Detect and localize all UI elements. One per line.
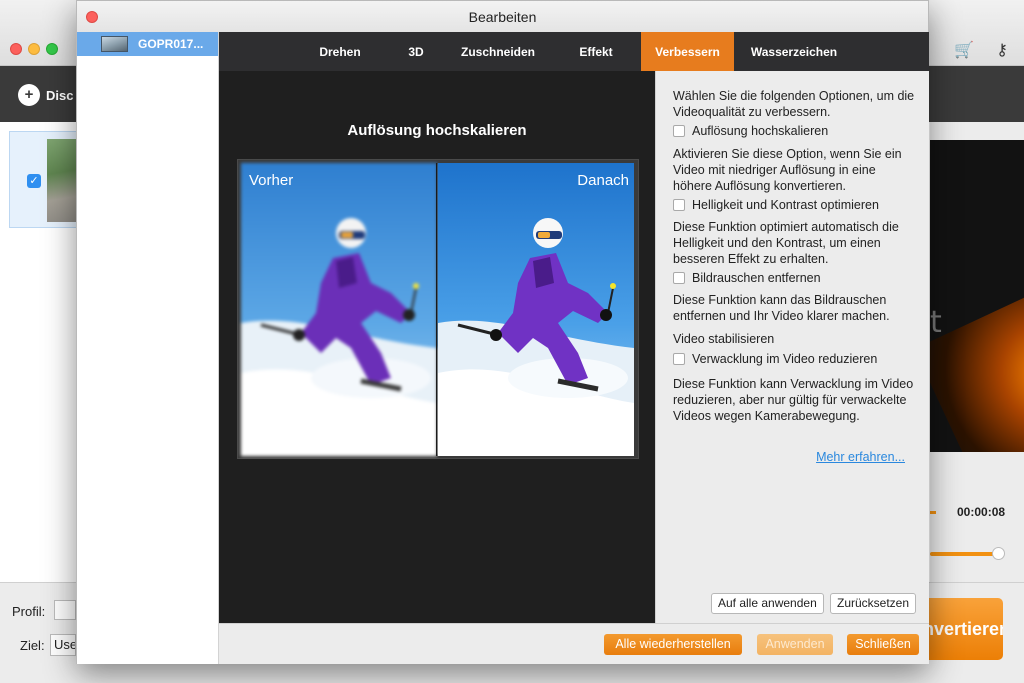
- window-minimize-button[interactable]: [28, 43, 40, 55]
- tab-3d[interactable]: 3D: [393, 32, 439, 71]
- playback-progress[interactable]: [930, 511, 936, 514]
- restore-all-button[interactable]: Alle wiederherstellen: [604, 634, 742, 655]
- dialog-file-sidebar: GOPR017...: [77, 32, 219, 664]
- stabilize-checkbox[interactable]: [673, 353, 685, 365]
- before-after-compare: Vorher Danach: [237, 159, 639, 459]
- enhance-options-pane: Wählen Sie die folgenden Optionen, um di…: [655, 71, 929, 623]
- options-intro: Wählen Sie die folgenden Optionen, um di…: [673, 89, 915, 119]
- destination-label: Ziel:: [20, 638, 45, 653]
- brightness-description: Diese Funktion optimiert automatisch die…: [673, 220, 899, 266]
- dialog-footer: Alle wiederherstellen Anwenden Schließen: [219, 623, 929, 664]
- preview-glow: [930, 289, 1024, 452]
- tab-wasserzeichen[interactable]: Wasserzeichen: [741, 32, 847, 71]
- upscale-option[interactable]: Auflösung hochskalieren: [673, 124, 828, 138]
- denoise-option[interactable]: Bildrauschen entfernen: [673, 271, 821, 285]
- main-preview-player: [930, 140, 1024, 452]
- brightness-option[interactable]: Helligkeit und Kontrast optimieren: [673, 198, 879, 212]
- profile-label: Profil:: [12, 604, 46, 619]
- titlebar-icons: 🛒 ⚷: [954, 40, 1008, 60]
- preview-overlay-text: t: [930, 305, 942, 340]
- key-icon[interactable]: ⚷: [996, 40, 1008, 60]
- dialog-titlebar: Bearbeiten: [77, 1, 928, 32]
- stabilize-heading: Video stabilisieren: [673, 332, 775, 346]
- enhance-preview-pane: Auflösung hochskalieren Vorher Danach: [219, 71, 655, 623]
- skier-after-illustration: [438, 163, 634, 456]
- load-disc-button[interactable]: + Disc l: [18, 84, 81, 106]
- stabilize-option[interactable]: Verwacklung im Video reduzieren: [673, 352, 877, 366]
- edit-dialog: Bearbeiten GOPR017... Drehen 3D Zuschnei…: [76, 0, 929, 664]
- after-image: [438, 163, 634, 456]
- apply-button[interactable]: Anwenden: [757, 634, 833, 655]
- denoise-label: Bildrauschen entfernen: [692, 271, 821, 285]
- brightness-checkbox[interactable]: [673, 199, 685, 211]
- tab-effekt[interactable]: Effekt: [559, 32, 633, 71]
- profile-select[interactable]: [54, 600, 76, 620]
- edit-tabbar: Drehen 3D Zuschneiden Effekt Verbessern …: [219, 32, 929, 71]
- before-image: [241, 163, 437, 456]
- close-button[interactable]: Schließen: [847, 634, 919, 655]
- tab-zuschneiden[interactable]: Zuschneiden: [449, 32, 547, 71]
- before-label: Vorher: [249, 172, 294, 189]
- tab-verbessern[interactable]: Verbessern: [641, 32, 734, 71]
- upscale-description: Aktivieren Sie diese Option, wenn Sie ei…: [673, 147, 902, 193]
- tab-drehen[interactable]: Drehen: [303, 32, 377, 71]
- file-item-checkbox[interactable]: ✓: [27, 174, 41, 188]
- window-zoom-button[interactable]: [46, 43, 58, 55]
- file-thumbnail: [101, 36, 128, 52]
- skier-before-illustration: [241, 163, 437, 456]
- upscale-label: Auflösung hochskalieren: [692, 124, 829, 138]
- reset-button[interactable]: Zurücksetzen: [830, 593, 917, 614]
- destination-field[interactable]: Use: [50, 634, 76, 656]
- stabilize-description: Diese Funktion kann Verwacklung im Video…: [673, 377, 914, 423]
- after-label: Danach: [577, 172, 629, 189]
- brightness-label: Helligkeit und Kontrast optimieren: [692, 198, 879, 212]
- compare-divider[interactable]: [436, 163, 437, 456]
- volume-slider-knob[interactable]: [992, 547, 1005, 560]
- playback-time: 00:00:08: [957, 505, 1006, 519]
- upscale-checkbox[interactable]: [673, 125, 685, 137]
- sidebar-file-item[interactable]: GOPR017...: [77, 32, 218, 56]
- dialog-title: Bearbeiten: [468, 9, 537, 25]
- window-close-button[interactable]: [10, 43, 22, 55]
- disc-plus-icon: +: [18, 84, 40, 106]
- denoise-description: Diese Funktion kann das Bildrauschen ent…: [673, 293, 890, 323]
- file-name: GOPR017...: [138, 37, 204, 51]
- apply-to-all-button[interactable]: Auf alle anwenden: [711, 593, 824, 614]
- preview-heading: Auflösung hochskalieren: [347, 122, 527, 139]
- stabilize-label: Verwacklung im Video reduzieren: [692, 352, 878, 366]
- learn-more-link[interactable]: Mehr erfahren...: [816, 450, 905, 464]
- denoise-checkbox[interactable]: [673, 272, 685, 284]
- app-root: 🛒 ⚷ + Disc l ✓ t 00:00:08 Profil: Ziel: …: [0, 0, 1024, 683]
- volume-slider-track[interactable]: [930, 552, 996, 556]
- cart-icon[interactable]: 🛒: [954, 40, 974, 60]
